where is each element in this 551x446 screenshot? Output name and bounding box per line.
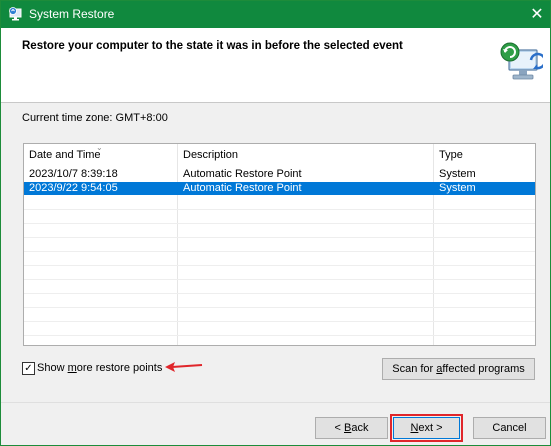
timezone-label: Current time zone: GMT+8:00 — [22, 112, 168, 124]
row-date: 2023/10/7 8:39:18 — [29, 168, 118, 180]
grid-line — [24, 209, 535, 210]
system-restore-window: System Restore ✕ Restore your computer t… — [0, 0, 551, 446]
back-button[interactable]: < Back — [315, 417, 388, 439]
grid-line — [24, 279, 535, 280]
grid-line — [24, 251, 535, 252]
table-row-selected[interactable]: 2023/9/22 9:54:05 Automatic Restore Poin… — [24, 182, 535, 195]
row-type: System — [439, 168, 476, 180]
grid-line — [24, 307, 535, 308]
system-restore-icon — [500, 42, 543, 80]
show-more-label[interactable]: Show more restore points — [37, 362, 162, 375]
row-date: 2023/9/22 9:54:05 — [29, 182, 118, 194]
content-panel: Current time zone: GMT+8:00 ⌄ Date and T… — [1, 103, 550, 403]
grid-line — [24, 223, 535, 224]
grid-line — [24, 237, 535, 238]
row-description: Automatic Restore Point — [183, 182, 302, 194]
system-restore-app-icon — [9, 7, 22, 21]
cancel-button[interactable]: Cancel — [473, 417, 546, 439]
grid-line — [24, 321, 535, 322]
annotation-arrow-icon — [165, 362, 203, 372]
next-button[interactable]: Next > — [393, 417, 460, 439]
column-header-description[interactable]: Description — [178, 144, 434, 166]
row-type: System — [439, 182, 476, 194]
show-more-checkbox[interactable]: ✓ — [22, 362, 35, 375]
title-bar[interactable]: System Restore ✕ — [1, 1, 550, 28]
window-title: System Restore — [29, 7, 115, 21]
column-header-type[interactable]: Type — [434, 144, 535, 166]
footer-panel — [1, 403, 550, 445]
scan-affected-programs-button[interactable]: Scan for affected programs — [382, 358, 535, 380]
close-icon[interactable]: ✕ — [524, 1, 550, 28]
restore-points-list[interactable]: ⌄ Date and Time Description Type 2023/10… — [23, 143, 536, 346]
column-header-date-time[interactable]: Date and Time — [24, 144, 178, 166]
header-panel: Restore your computer to the state it wa… — [1, 28, 550, 102]
page-heading: Restore your computer to the state it wa… — [22, 40, 403, 52]
grid-line — [24, 293, 535, 294]
grid-line — [24, 335, 535, 336]
grid-line — [24, 265, 535, 266]
row-description: Automatic Restore Point — [183, 168, 302, 180]
table-row[interactable]: 2023/10/7 8:39:18 Automatic Restore Poin… — [24, 168, 535, 181]
